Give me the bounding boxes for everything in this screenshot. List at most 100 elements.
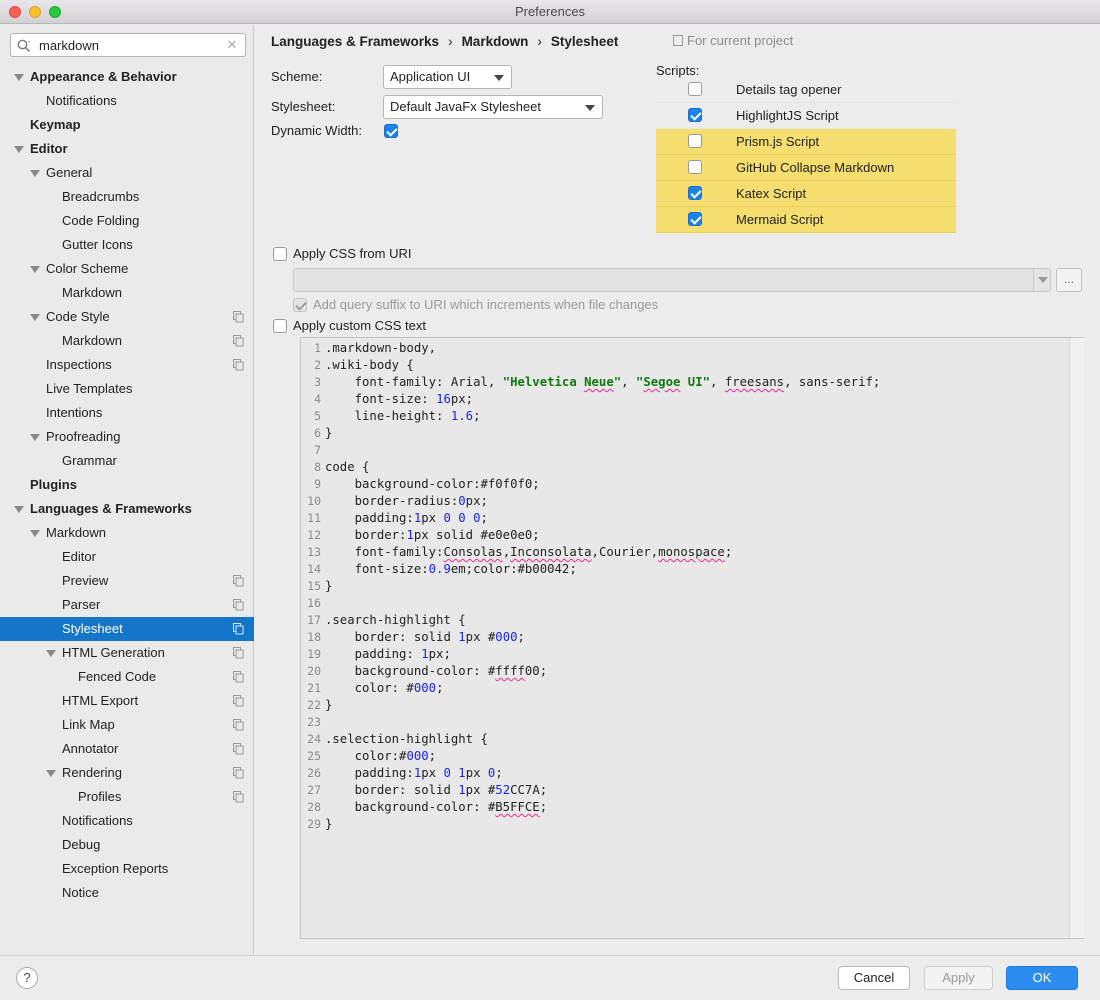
ok-button[interactable]: OK [1006,966,1078,990]
editor-scrollbar[interactable] [1069,338,1084,938]
expand-arrow-icon[interactable] [30,434,40,441]
sidebar-item-debug[interactable]: Debug [0,833,254,857]
sidebar-item-editor[interactable]: Editor [0,545,254,569]
sidebar-item-appearance-behavior[interactable]: Appearance & Behavior [0,65,254,89]
sidebar-item-languages-frameworks[interactable]: Languages & Frameworks [0,497,254,521]
code-line: background-color: #ffff00; [325,663,548,680]
sidebar-item-intentions[interactable]: Intentions [0,401,254,425]
sidebar-item-inspections[interactable]: Inspections [0,353,254,377]
sidebar-item-general[interactable]: General [0,161,254,185]
apply-custom-css-checkbox[interactable] [273,319,287,333]
project-settings-icon [233,695,244,707]
script-checkbox[interactable] [688,108,702,122]
sidebar-item-gutter-icons[interactable]: Gutter Icons [0,233,254,257]
custom-css-editor[interactable]: 1 2 3 4 5 6 7 8 9 10 11 12 13 14 15 16 17 18 19 20 21 22 23 24 2… [300,337,1084,939]
line-number: 22 [307,698,321,712]
sidebar-item-plugins[interactable]: Plugins [0,473,254,497]
code-line: } [325,578,332,595]
script-checkbox[interactable] [688,186,702,200]
script-row-details-tag-opener[interactable]: Details tag opener [656,77,956,103]
sidebar-item-color-scheme[interactable]: Color Scheme [0,257,254,281]
code-area[interactable]: .markdown-body, .wiki-body { font-family:… [325,338,1069,938]
sidebar-item-code-folding[interactable]: Code Folding [0,209,254,233]
sidebar-item-proofreading[interactable]: Proofreading [0,425,254,449]
css-uri-combobox[interactable] [293,268,1051,292]
breadcrumb-item[interactable]: Languages & Frameworks [271,34,439,49]
sidebar-item-markdown[interactable]: Markdown [0,329,254,353]
sidebar-item-notifications[interactable]: Notifications [0,89,254,113]
sidebar-item-html-export[interactable]: HTML Export [0,689,254,713]
maximize-window-button[interactable] [49,6,61,18]
script-checkbox[interactable] [688,160,702,174]
sidebar-item-code-style[interactable]: Code Style [0,305,254,329]
expand-arrow-icon[interactable] [46,770,56,777]
sidebar-item-markdown[interactable]: Markdown [0,521,254,545]
sidebar-item-parser[interactable]: Parser [0,593,254,617]
apply-css-uri-checkbox[interactable] [273,247,287,261]
sidebar-item-profiles[interactable]: Profiles [0,785,254,809]
sidebar-item-editor[interactable]: Editor [0,137,254,161]
scheme-select[interactable]: Application UI [383,65,512,89]
project-settings-icon [233,599,244,611]
script-row-highlightjs-script[interactable]: HighlightJS Script [656,103,956,129]
stylesheet-select[interactable]: Default JavaFx Stylesheet [383,95,603,119]
script-row-github-collapse-markdown[interactable]: GitHub Collapse Markdown [656,155,956,181]
sidebar-item-label: HTML Export [62,693,139,708]
code-token: .wiki-body { [325,358,414,372]
chevron-down-icon[interactable] [1033,269,1051,291]
sidebar-item-stylesheet[interactable]: Stylesheet [0,617,254,641]
sidebar-item-preview[interactable]: Preview [0,569,254,593]
query-suffix-checkbox[interactable] [293,298,307,312]
script-checkbox[interactable] [688,134,702,148]
code-token: } [325,579,333,593]
dynamic-width-checkbox[interactable] [384,124,398,138]
code-token: ,Courier, [591,545,659,559]
expand-arrow-icon[interactable] [14,74,24,81]
apply-button[interactable]: Apply [924,966,993,990]
clear-search-icon[interactable]: ✕ [225,38,239,52]
expand-arrow-icon[interactable] [46,650,56,657]
search-input[interactable] [39,36,219,54]
sidebar-item-label: Notifications [46,93,117,108]
sidebar-item-live-templates[interactable]: Live Templates [0,377,254,401]
code-token: } [325,698,333,712]
sidebar-item-notice[interactable]: Notice [0,881,254,905]
expand-arrow-icon[interactable] [30,266,40,273]
breadcrumb-item[interactable]: Stylesheet [551,34,619,49]
code-line: code { [325,459,369,476]
line-number: 8 [314,460,321,474]
expand-arrow-icon[interactable] [30,170,40,177]
expand-arrow-icon[interactable] [14,506,24,513]
browse-uri-button[interactable]: ... [1056,268,1082,292]
sidebar-item-fenced-code[interactable]: Fenced Code [0,665,254,689]
cancel-button[interactable]: Cancel [838,966,910,990]
script-row-katex-script[interactable]: Katex Script [656,181,956,207]
sidebar-item-notifications[interactable]: Notifications [0,809,254,833]
expand-arrow-icon[interactable] [30,530,40,537]
close-window-button[interactable] [9,6,21,18]
sidebar-item-keymap[interactable]: Keymap [0,113,254,137]
sidebar-item-rendering[interactable]: Rendering [0,761,254,785]
minimize-window-button[interactable] [29,6,41,18]
apply-custom-css-label: Apply custom CSS text [293,318,426,333]
sidebar-item-annotator[interactable]: Annotator [0,737,254,761]
project-settings-icon [233,791,244,803]
sidebar-item-grammar[interactable]: Grammar [0,449,254,473]
expand-arrow-icon[interactable] [14,146,24,153]
script-row-mermaid-script[interactable]: Mermaid Script [656,207,956,233]
sidebar-item-html-generation[interactable]: HTML Generation [0,641,254,665]
breadcrumb-item[interactable]: Markdown [462,34,529,49]
script-checkbox[interactable] [688,82,702,96]
code-token: 00; [524,664,548,678]
script-checkbox[interactable] [688,212,702,226]
code-line: .selection-highlight { [325,731,488,748]
sidebar-item-breadcrumbs[interactable]: Breadcrumbs [0,185,254,209]
line-number: 6 [314,426,321,440]
sidebar-item-markdown[interactable]: Markdown [0,281,254,305]
sidebar-item-link-map[interactable]: Link Map [0,713,254,737]
help-button[interactable]: ? [16,967,38,989]
sidebar-item-exception-reports[interactable]: Exception Reports [0,857,254,881]
settings-search-box[interactable]: ✕ [10,33,246,57]
expand-arrow-icon[interactable] [30,314,40,321]
script-row-prism-js-script[interactable]: Prism.js Script [656,129,956,155]
